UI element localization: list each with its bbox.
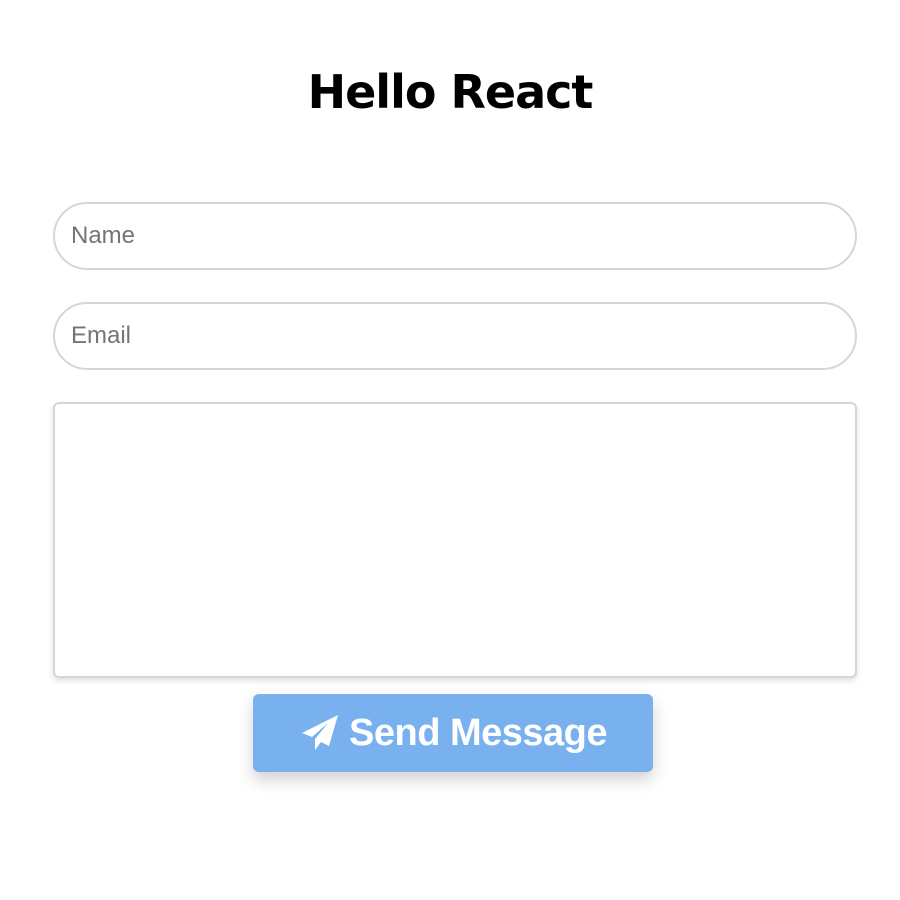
send-message-button[interactable]: Send Message — [253, 694, 653, 772]
email-field[interactable] — [53, 302, 857, 370]
message-textarea[interactable] — [53, 402, 857, 678]
page-title: Hello React — [307, 65, 594, 119]
send-message-label: Send Message — [349, 711, 608, 754]
paper-plane-icon — [299, 712, 341, 754]
name-field[interactable] — [53, 202, 857, 270]
